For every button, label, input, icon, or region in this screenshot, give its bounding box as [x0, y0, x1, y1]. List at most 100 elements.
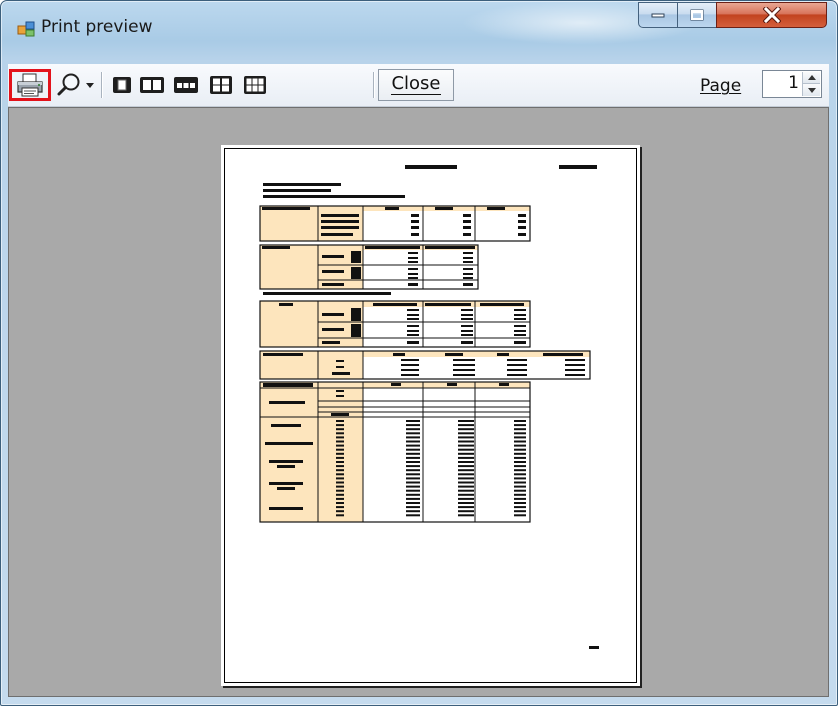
separator	[101, 72, 103, 98]
table-cell-mark	[514, 510, 526, 513]
table-cell-mark	[336, 506, 344, 509]
zoom-dropdown-button[interactable]	[83, 69, 97, 101]
table-cell-mark	[336, 420, 344, 422]
table-cell-mark	[406, 489, 420, 492]
table-cell-mark	[458, 493, 474, 496]
zoom-button[interactable]	[54, 69, 84, 101]
four-pages-button[interactable]	[207, 69, 235, 101]
table-cell-mark	[458, 481, 474, 484]
spinner-up-button[interactable]	[803, 72, 820, 84]
close-button-label: Close	[391, 72, 441, 95]
table-cell-mark	[336, 477, 344, 480]
table-cell-mark	[458, 424, 474, 427]
table-cell-mark	[406, 428, 420, 431]
maximize-button[interactable]	[677, 2, 717, 28]
table-cell-mark	[406, 444, 420, 447]
separator	[373, 72, 375, 98]
table-cell-mark	[514, 502, 526, 504]
close-icon	[762, 7, 781, 23]
table-3	[259, 300, 531, 348]
table-cell-mark	[406, 502, 420, 504]
window-title: Print preview	[41, 17, 153, 37]
minimize-button[interactable]	[638, 2, 678, 28]
four-pages-icon	[210, 76, 232, 94]
table-cell-mark	[514, 436, 526, 439]
table-cell-mark	[458, 432, 474, 435]
table-cell-mark	[406, 465, 420, 468]
three-pages-button[interactable]	[172, 69, 200, 101]
three-pages-icon	[174, 77, 198, 93]
table-cell-mark	[514, 456, 526, 459]
table-cell-mark	[514, 481, 526, 484]
preview-area[interactable]	[8, 107, 829, 697]
two-pages-button[interactable]	[138, 69, 166, 101]
table-cell-mark	[514, 493, 526, 496]
table-cell-mark	[406, 424, 420, 427]
spinner-down-button[interactable]	[803, 84, 820, 96]
table-cell-mark	[336, 452, 344, 455]
close-window-button[interactable]	[716, 2, 827, 28]
print-preview-window: Print preview Close Page 1	[0, 0, 838, 706]
table-cell-mark	[514, 497, 526, 500]
table-cell-mark	[514, 448, 526, 451]
table-cell-mark	[406, 497, 420, 500]
arrow-up-icon	[807, 75, 816, 80]
table-cell-mark	[514, 432, 526, 435]
page-number-spinner[interactable]: 1	[762, 70, 822, 98]
table-cell-mark	[406, 420, 420, 422]
table-cell-mark	[406, 493, 420, 496]
six-pages-button[interactable]	[241, 69, 269, 101]
table-cell-mark	[514, 461, 526, 463]
table-cell-mark	[458, 444, 474, 447]
table-cell-mark	[336, 497, 344, 500]
page-number-value: 1	[788, 73, 799, 93]
table-cell-mark	[514, 477, 526, 480]
table-cell-mark	[458, 448, 474, 451]
magnifier-icon	[57, 73, 80, 96]
page-label: Page	[700, 76, 742, 96]
table-cell-mark	[458, 436, 474, 439]
table-cell-mark	[406, 469, 420, 472]
table-4	[259, 350, 591, 380]
one-page-button[interactable]	[108, 69, 136, 101]
table-cell-mark	[458, 473, 474, 476]
table-cell-mark	[458, 456, 474, 459]
table-cell-mark	[336, 444, 344, 447]
table-cell-mark	[514, 473, 526, 476]
table-cell-mark	[514, 428, 526, 431]
table-cell-mark	[336, 493, 344, 496]
table-cell-mark	[336, 424, 344, 427]
table-cell-mark	[336, 461, 344, 463]
preview-page	[221, 145, 640, 686]
table-cell-mark	[336, 473, 344, 476]
table-5	[259, 381, 531, 523]
table-cell-mark	[406, 481, 420, 484]
table-cell-mark	[458, 452, 474, 455]
one-page-icon	[113, 77, 131, 93]
table-cell-mark	[336, 510, 344, 513]
table-cell-mark	[336, 436, 344, 439]
table-2	[259, 244, 479, 295]
table-cell-mark	[406, 432, 420, 435]
table-cell-mark	[336, 481, 344, 484]
table-cell-mark	[336, 489, 344, 492]
table-cell-mark	[514, 424, 526, 427]
title-bar[interactable]: Print preview	[1, 1, 837, 55]
table-cell-mark	[406, 436, 420, 439]
table-cell-mark	[336, 502, 344, 504]
table-cell-mark	[458, 420, 474, 422]
table-cell-mark	[458, 497, 474, 500]
table-cell-mark	[336, 465, 344, 468]
print-button[interactable]	[9, 69, 51, 101]
table-cell-mark	[514, 452, 526, 455]
chevron-down-icon	[86, 83, 94, 88]
six-pages-icon	[244, 76, 266, 94]
app-icon	[17, 21, 35, 37]
page-thumbnail	[259, 165, 599, 649]
table-1	[259, 205, 531, 242]
table-cell-mark	[406, 448, 420, 451]
table-cell-mark	[458, 469, 474, 472]
table-cell-mark	[458, 440, 474, 443]
table-cell-mark	[514, 444, 526, 447]
close-button[interactable]: Close	[378, 69, 454, 101]
